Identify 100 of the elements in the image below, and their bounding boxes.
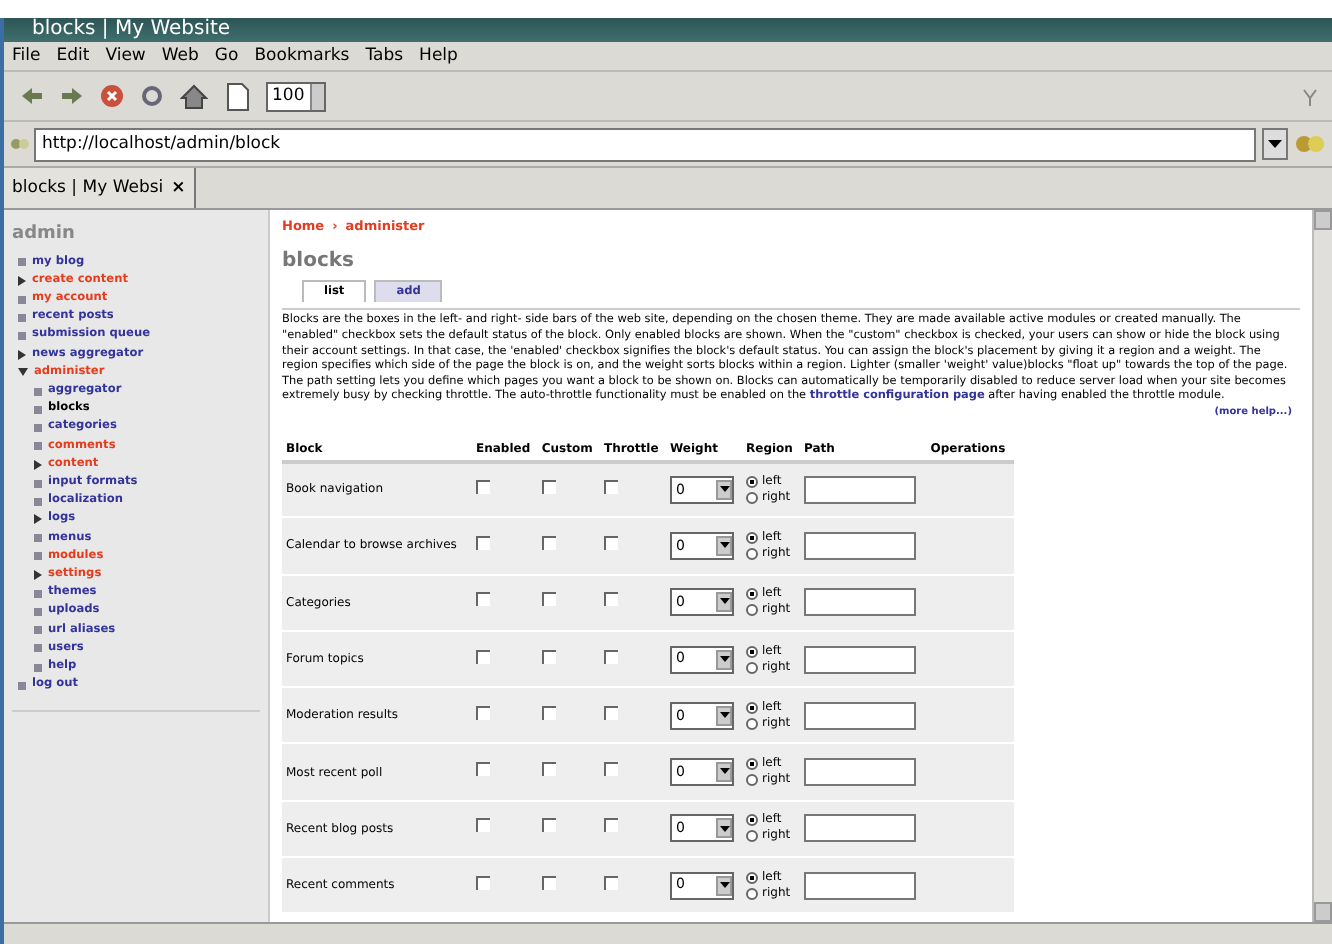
bullet-icon [34, 644, 42, 653]
checkbox[interactable] [603, 818, 618, 833]
menu-item[interactable]: Edit [56, 42, 90, 70]
menu-item[interactable]: Bookmarks [254, 42, 350, 70]
zoom-field[interactable]: 100 [266, 81, 327, 111]
radio-button[interactable] [746, 871, 759, 884]
radio-button[interactable] [746, 491, 759, 504]
collapsed-icon [34, 514, 42, 525]
path-field[interactable] [803, 531, 916, 560]
bullet-icon [34, 589, 42, 598]
path-field[interactable] [803, 588, 916, 617]
checkbox[interactable] [541, 479, 556, 494]
caret-icon [719, 486, 730, 493]
bullet-icon [34, 405, 42, 414]
bullet-icon [34, 479, 42, 488]
checkbox[interactable] [603, 762, 618, 777]
path-field[interactable] [803, 475, 916, 504]
checkbox[interactable] [476, 479, 490, 494]
checkbox[interactable] [603, 875, 618, 890]
checkbox[interactable] [541, 592, 556, 607]
checkbox[interactable] [476, 762, 490, 777]
new-page-icon[interactable] [224, 81, 250, 111]
caret-icon [719, 825, 730, 832]
checkbox[interactable] [603, 592, 618, 607]
radio-button[interactable] [746, 645, 759, 658]
menu-item[interactable]: Help [419, 42, 458, 70]
checkbox[interactable] [541, 705, 556, 720]
radio-button[interactable] [746, 701, 759, 714]
radio-button[interactable] [746, 717, 759, 730]
window-title: blocks | My Website [32, 18, 231, 40]
caret-icon [719, 655, 730, 662]
bullet-icon [18, 681, 26, 690]
bullet-icon [34, 626, 42, 635]
checkbox[interactable] [541, 535, 556, 550]
path-field[interactable] [803, 758, 916, 787]
address-field[interactable]: http://localhost/admin/block [34, 127, 1256, 161]
checkbox[interactable] [476, 535, 490, 550]
page-title: blocks [282, 247, 356, 276]
checkbox[interactable] [476, 818, 490, 833]
path-field[interactable] [803, 645, 916, 674]
caret-icon [719, 768, 730, 775]
scrollbar[interactable] [1312, 210, 1332, 922]
menu-item[interactable]: View [105, 42, 146, 70]
caret-icon [719, 598, 730, 605]
radio-button[interactable] [746, 475, 759, 488]
checkbox[interactable] [476, 649, 490, 664]
path-field[interactable] [803, 871, 916, 900]
checkbox[interactable] [476, 875, 490, 890]
checkbox[interactable] [476, 592, 490, 607]
forward-icon[interactable] [60, 86, 84, 106]
radio-button[interactable] [746, 588, 759, 601]
checkbox[interactable] [476, 705, 490, 720]
checkbox[interactable] [541, 818, 556, 833]
radio-button[interactable] [746, 774, 759, 787]
bullet-icon [18, 295, 26, 303]
menu-item[interactable]: File [12, 42, 41, 70]
checkbox[interactable] [603, 535, 618, 550]
checkbox[interactable] [603, 649, 618, 664]
checkbox[interactable] [541, 649, 556, 664]
bullet-icon [34, 442, 42, 451]
collapsed-icon [34, 570, 42, 581]
radio-button[interactable] [746, 830, 759, 843]
menu-item[interactable]: Web [161, 42, 199, 70]
path-field[interactable] [803, 814, 916, 843]
checkbox[interactable] [541, 875, 556, 890]
throbber-icon [1300, 85, 1320, 107]
menu-item[interactable]: Tabs [365, 42, 404, 70]
bullet-icon [18, 258, 26, 267]
home-icon[interactable] [180, 83, 208, 109]
dropdown-icon[interactable] [1262, 128, 1288, 160]
checkbox[interactable] [603, 705, 618, 720]
bullet-icon [34, 423, 42, 432]
radio-button[interactable] [746, 814, 759, 827]
menu-item[interactable]: Go [214, 42, 239, 70]
collapsed-icon [34, 459, 42, 470]
sidebar-title: admin [12, 222, 77, 248]
radio-button[interactable] [746, 887, 759, 900]
bullet-icon [34, 552, 42, 561]
bullet-icon [18, 331, 26, 340]
radio-button[interactable] [746, 604, 759, 617]
expanded-icon [18, 368, 28, 377]
radio-button[interactable] [746, 758, 759, 771]
bullet-icon [18, 313, 26, 322]
reload-icon[interactable] [140, 84, 164, 108]
collapsed-icon [18, 349, 26, 360]
close-button[interactable]: × [171, 175, 186, 201]
checkbox[interactable] [541, 762, 556, 777]
radio-button[interactable] [746, 547, 759, 560]
caret-icon [719, 881, 730, 888]
path-field[interactable] [803, 701, 916, 730]
radio-button[interactable] [746, 531, 759, 544]
browser-tab[interactable]: blocks | My Websi × [4, 168, 196, 208]
radio-button[interactable] [746, 661, 759, 674]
bullet-icon [34, 607, 42, 616]
caret-icon [719, 542, 730, 549]
bullet-icon [34, 387, 42, 396]
checkbox[interactable] [603, 479, 618, 494]
bullet-icon [34, 663, 42, 672]
stop-icon[interactable] [100, 84, 124, 108]
back-icon[interactable] [20, 86, 44, 106]
